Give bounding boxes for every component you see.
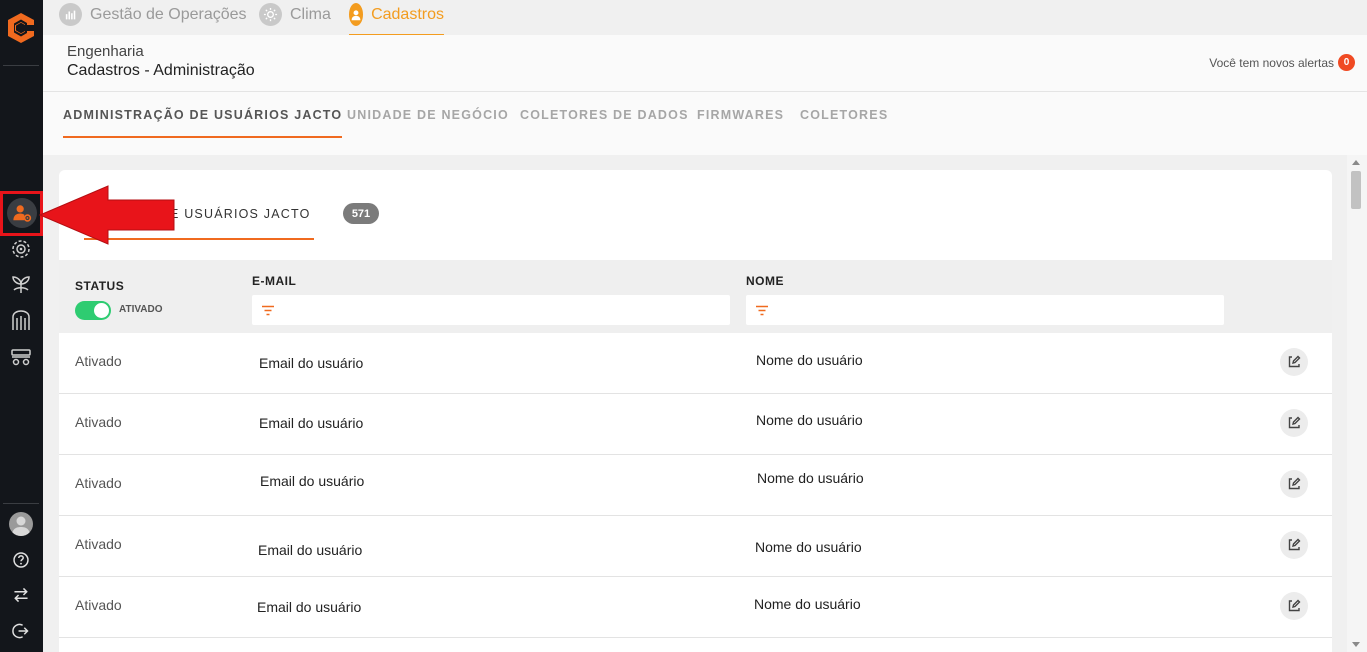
silo-icon[interactable] <box>8 307 34 333</box>
avatar[interactable] <box>9 512 33 536</box>
row-name: Nome do usuário <box>754 596 861 612</box>
filter-icon <box>756 305 768 316</box>
table-row[interactable]: Ativado Email do usuário Nome do usuário <box>59 394 1332 455</box>
scroll-thumb[interactable] <box>1351 171 1361 209</box>
edit-button[interactable] <box>1280 470 1308 498</box>
user-icon <box>349 3 364 26</box>
top-navigation: Gestão de Operações Clima Cadastros <box>43 0 1367 35</box>
swap-icon[interactable] <box>8 582 34 608</box>
row-email: Email do usuário <box>259 415 364 431</box>
sprayer-icon[interactable] <box>8 343 34 369</box>
jacto-logo-icon[interactable] <box>5 11 37 45</box>
tab-label: Cadastros <box>371 6 444 23</box>
tab-administracao-usuarios[interactable]: ADMINISTRAÇÃO DE USUÁRIOS JACTO <box>63 108 343 138</box>
sidebar-item-user-admin[interactable] <box>0 191 43 236</box>
edit-icon <box>1288 416 1301 429</box>
row-status: Ativado <box>75 475 122 491</box>
row-email: Email do usuário <box>257 599 362 615</box>
name-filter-input[interactable] <box>746 295 1224 325</box>
page-scrollbar[interactable] <box>1347 155 1367 652</box>
alerts-indicator[interactable]: Você tem novos alertas 0 <box>1209 54 1355 71</box>
tab-label: Clima <box>290 6 331 23</box>
table-header: STATUS ATIVADO E-MAIL NOME <box>59 260 1332 333</box>
alerts-count-badge: 0 <box>1338 54 1355 71</box>
tab-firmwares[interactable]: FIRMWARES <box>697 108 784 136</box>
tab-unidade-de-negocio[interactable]: UNIDADE DE NEGÓCIO <box>347 108 509 136</box>
user-settings-icon <box>7 198 37 228</box>
email-filter-input[interactable] <box>252 295 730 325</box>
help-icon[interactable] <box>8 547 34 573</box>
tab-cadastros[interactable]: Cadastros <box>349 3 444 35</box>
sidebar <box>0 0 43 652</box>
breadcrumb: Engenharia <box>67 43 144 60</box>
gear-target-icon[interactable] <box>8 236 34 262</box>
edit-button[interactable] <box>1280 409 1308 437</box>
edit-icon <box>1288 538 1301 551</box>
row-name: Nome do usuário <box>757 470 864 486</box>
logout-icon[interactable] <box>8 618 34 644</box>
table-row[interactable]: Ativado Email do usuário Nome do usuário <box>59 333 1332 394</box>
filter-icon <box>262 305 274 316</box>
plant-icon[interactable] <box>8 271 34 297</box>
table-row[interactable]: Ativado Email do usuário Nome do usuário <box>59 577 1332 638</box>
edit-button[interactable] <box>1280 592 1308 620</box>
tab-clima[interactable]: Clima <box>259 3 331 35</box>
main-content: E USUÁRIOS JACTO 571 STATUS ATIVADO E-MA… <box>43 155 1347 652</box>
status-toggle[interactable] <box>75 301 111 320</box>
tab-gestao-de-operacoes[interactable]: Gestão de Operações <box>59 3 247 35</box>
row-name: Nome do usuário <box>756 352 863 368</box>
tab-coletores[interactable]: COLETORES <box>800 108 888 136</box>
row-email: Email do usuário <box>259 355 364 371</box>
tab-label: Gestão de Operações <box>90 6 247 23</box>
edit-icon <box>1288 355 1301 368</box>
page-title: Cadastros - Administração <box>67 62 255 79</box>
tab-coletores-de-dados[interactable]: COLETORES DE DADOS <box>520 108 689 136</box>
users-card: E USUÁRIOS JACTO 571 STATUS ATIVADO E-MA… <box>59 170 1332 652</box>
card-tab-label: E USUÁRIOS JACTO <box>170 207 311 221</box>
row-email: Email do usuário <box>258 542 363 558</box>
row-status: Ativado <box>75 414 122 430</box>
table-row[interactable]: Ativado Email do usuário Nome do usuário <box>59 516 1332 577</box>
row-status: Ativado <box>75 536 122 552</box>
row-status: Ativado <box>75 353 122 369</box>
edit-button[interactable] <box>1280 531 1308 559</box>
page-header: Engenharia Cadastros - Administração Voc… <box>43 35 1367 92</box>
scroll-up-arrow[interactable] <box>1352 160 1360 165</box>
chart-icon <box>59 3 82 26</box>
edit-icon <box>1288 599 1301 612</box>
edit-button[interactable] <box>1280 348 1308 376</box>
edit-icon <box>1288 477 1301 490</box>
status-toggle-label: ATIVADO <box>119 304 163 315</box>
scroll-down-arrow[interactable] <box>1352 642 1360 647</box>
section-tabs: ADMINISTRAÇÃO DE USUÁRIOS JACTO UNIDADE … <box>43 92 1367 155</box>
users-count-badge: 571 <box>343 203 379 224</box>
row-email: Email do usuário <box>260 473 365 489</box>
row-status: Ativado <box>75 597 122 613</box>
row-name: Nome do usuário <box>756 412 863 428</box>
name-column-header: NOME <box>746 274 784 288</box>
sun-icon <box>259 3 282 26</box>
email-column-header: E-MAIL <box>252 274 297 288</box>
annotation-arrow <box>38 185 175 245</box>
status-column-header: STATUS <box>75 279 125 293</box>
alerts-text: Você tem novos alertas <box>1209 55 1334 70</box>
row-name: Nome do usuário <box>755 539 862 555</box>
table-row[interactable]: Ativado Email do usuário Nome do usuário <box>59 455 1332 516</box>
